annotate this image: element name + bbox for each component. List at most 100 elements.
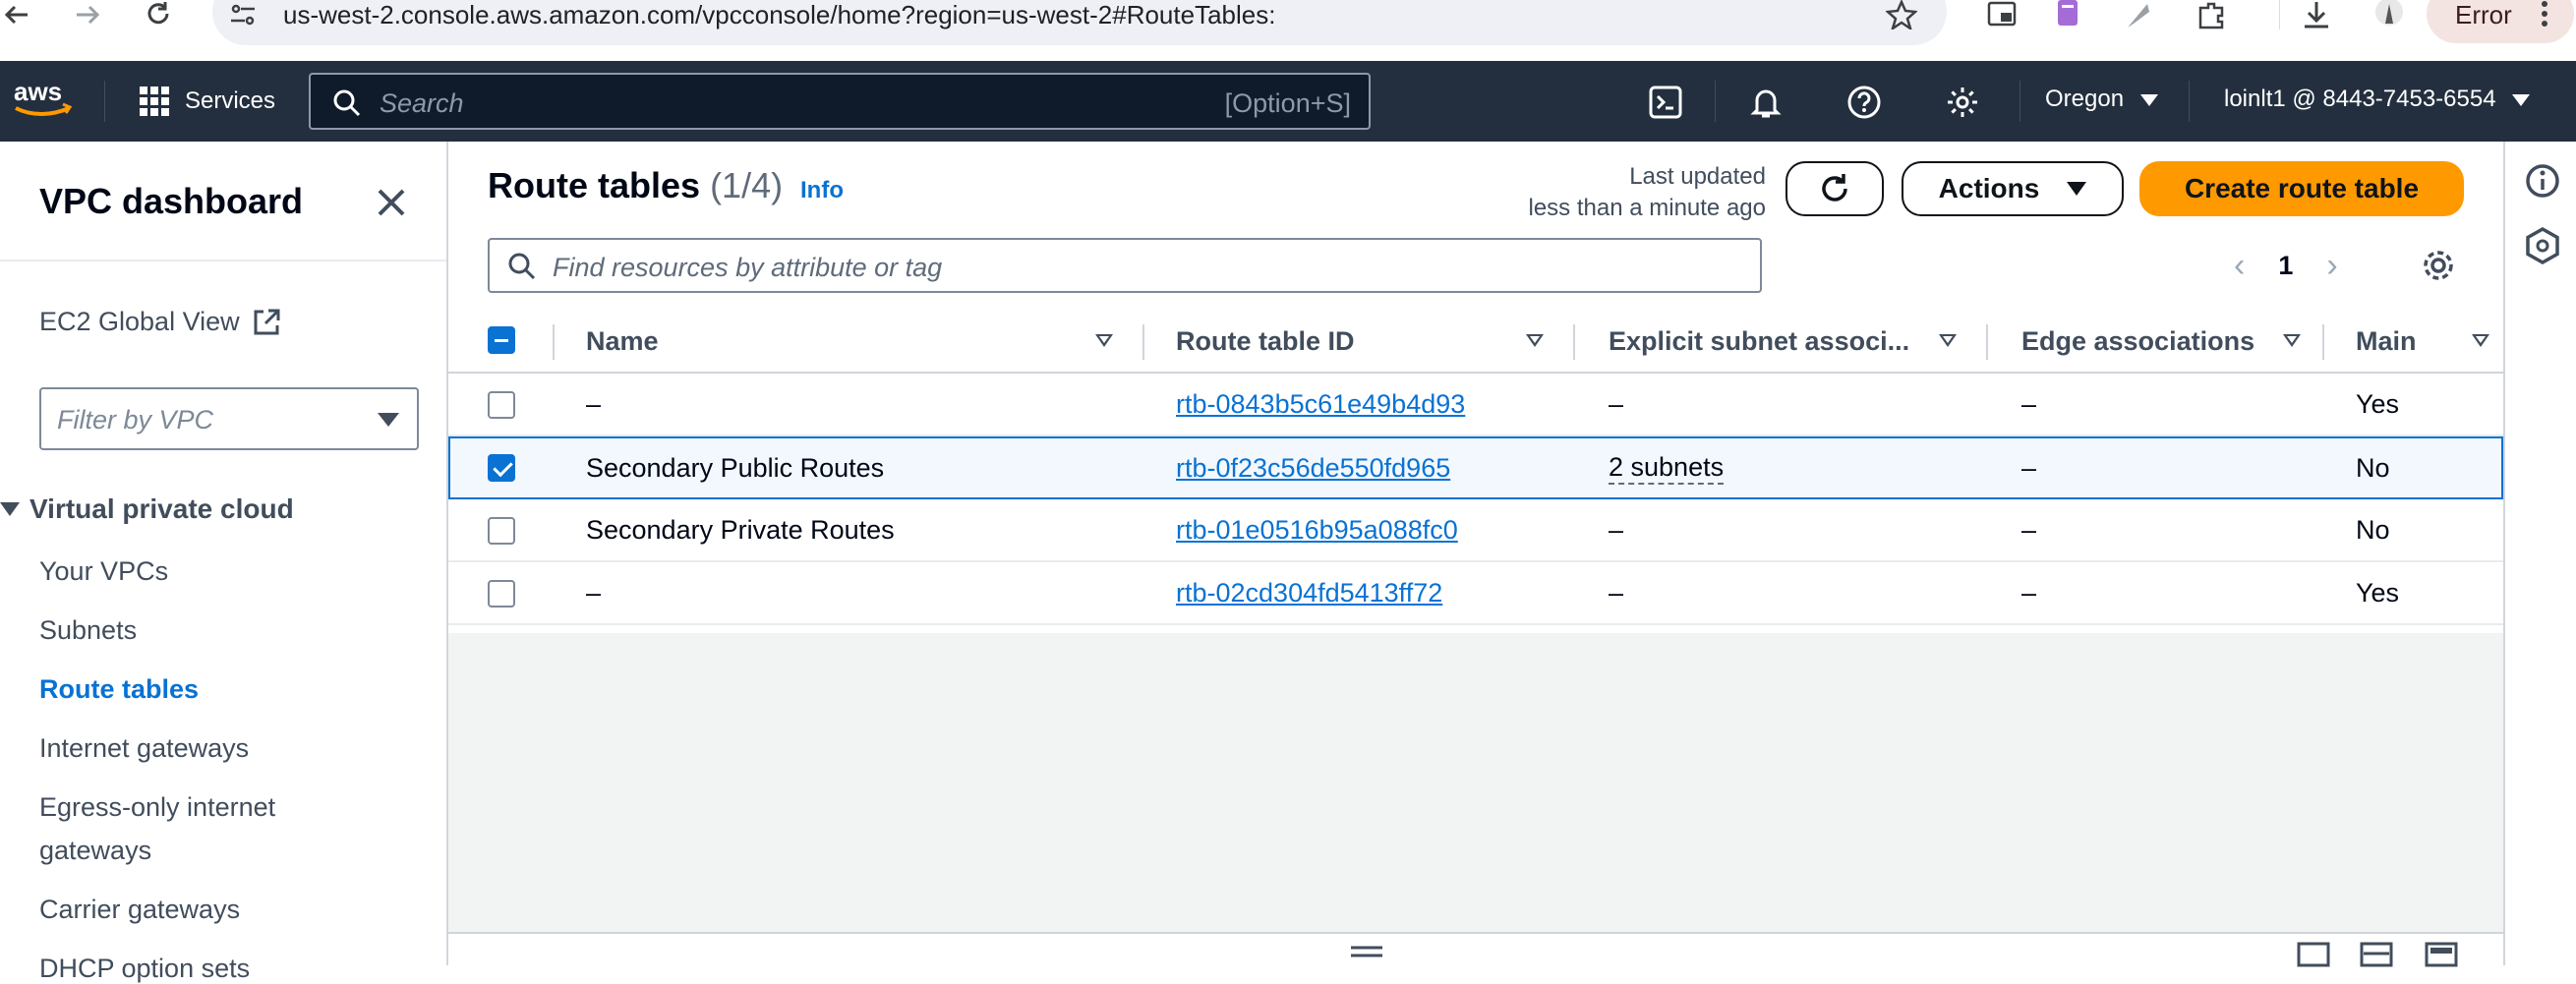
resource-filter-input[interactable]: Find resources by attribute or tag bbox=[488, 238, 1762, 293]
route-table-id-link[interactable]: rtb-0f23c56de550fd965 bbox=[1176, 438, 1450, 497]
column-header-route-table-id[interactable]: Route table ID bbox=[1176, 309, 1355, 374]
sidebar-item-your-vpcs[interactable]: Your VPCs bbox=[39, 556, 168, 587]
split-panel-full-icon[interactable] bbox=[2425, 942, 2458, 967]
split-panel-handle[interactable] bbox=[448, 932, 2503, 967]
sort-icon[interactable] bbox=[1939, 334, 1957, 347]
column-header-edge-associations[interactable]: Edge associations bbox=[2021, 309, 2254, 374]
actions-button[interactable]: Actions bbox=[1902, 161, 2124, 216]
back-arrow-icon[interactable] bbox=[2, 0, 31, 29]
cloudshell-icon[interactable] bbox=[1648, 85, 1683, 120]
extension-feather-icon[interactable] bbox=[2124, 0, 2153, 29]
column-divider[interactable] bbox=[2322, 324, 2324, 360]
settings-gear-icon[interactable] bbox=[1945, 85, 1980, 120]
sort-icon[interactable] bbox=[1526, 334, 1544, 347]
extension-icon[interactable] bbox=[2055, 0, 2080, 29]
services-menu-button[interactable]: Services bbox=[138, 81, 275, 122]
browser-menu-icon[interactable] bbox=[2535, 0, 2554, 29]
global-search-input[interactable]: Search [Option+S] bbox=[309, 73, 1371, 130]
row-subnet-associations[interactable]: 2 subnets bbox=[1609, 438, 1725, 497]
sort-icon[interactable] bbox=[1095, 334, 1113, 347]
url-text[interactable]: us-west-2.console.aws.amazon.com/vpccons… bbox=[283, 0, 1275, 29]
page-number[interactable]: 1 bbox=[2278, 251, 2293, 281]
table-preferences-gear-icon[interactable] bbox=[2419, 246, 2458, 285]
notifications-bell-icon[interactable] bbox=[1748, 85, 1784, 120]
reload-icon[interactable] bbox=[144, 0, 173, 29]
site-settings-icon[interactable] bbox=[228, 0, 258, 29]
sidebar-item-subnets[interactable]: Subnets bbox=[39, 615, 137, 646]
info-link[interactable]: Info bbox=[800, 177, 844, 204]
row-name: – bbox=[586, 388, 602, 419]
sidebar-item-route-tables[interactable]: Route tables bbox=[39, 674, 199, 705]
actions-label: Actions bbox=[1938, 173, 2040, 203]
sidebar-item-carrier-gateways[interactable]: Carrier gateways bbox=[39, 895, 240, 925]
sidebar-item-egress-only-internet-gateways-line2[interactable]: gateways bbox=[39, 836, 151, 866]
caret-down-icon bbox=[2067, 182, 2087, 196]
column-divider[interactable] bbox=[1573, 324, 1575, 360]
column-divider[interactable] bbox=[1142, 324, 1144, 360]
search-placeholder: Search bbox=[380, 88, 464, 118]
row-main: No bbox=[2356, 452, 2390, 483]
sort-icon[interactable] bbox=[2472, 334, 2489, 347]
chevron-left-icon[interactable]: ‹ bbox=[2234, 247, 2245, 285]
hexagon-settings-icon[interactable] bbox=[2523, 226, 2562, 265]
row-main: No bbox=[2356, 514, 2390, 545]
close-icon[interactable] bbox=[372, 183, 411, 222]
region-selector[interactable]: Oregon bbox=[2045, 86, 2158, 113]
column-divider[interactable] bbox=[1986, 324, 1988, 360]
aws-top-navigation: aws Services Search [Option+S] Oregon lo… bbox=[0, 61, 2576, 142]
drag-handle-icon[interactable] bbox=[1347, 942, 1386, 961]
sort-icon[interactable] bbox=[2283, 334, 2301, 347]
profile-error-label[interactable]: Error bbox=[2455, 0, 2512, 29]
side-navigation: VPC dashboard EC2 Global View Filter by … bbox=[0, 142, 448, 983]
column-header-main[interactable]: Main bbox=[2356, 309, 2417, 374]
sidebar-item-egress-only-internet-gateways[interactable]: Egress-only internet bbox=[39, 792, 275, 823]
sidebar-item-dhcp-option-sets[interactable]: DHCP option sets bbox=[39, 954, 250, 984]
column-header-explicit-subnet-associations[interactable]: Explicit subnet associ... bbox=[1609, 309, 1909, 374]
route-table-id-link[interactable]: rtb-01e0516b95a088fc0 bbox=[1176, 499, 1458, 560]
table-row[interactable]: Secondary Private Routes rtb-01e0516b95a… bbox=[448, 499, 2503, 562]
split-panel-bottom-icon[interactable] bbox=[2297, 942, 2330, 967]
help-icon[interactable] bbox=[1846, 85, 1882, 120]
profile-avatar-icon[interactable] bbox=[2373, 0, 2405, 29]
sidebar-divider bbox=[0, 260, 446, 261]
table-row[interactable]: – rtb-0843b5c61e49b4d93 – – Yes bbox=[448, 374, 2503, 436]
forward-arrow-icon[interactable] bbox=[73, 0, 102, 29]
split-panel-side-icon[interactable] bbox=[2360, 942, 2393, 967]
sidebar-item-internet-gateways[interactable]: Internet gateways bbox=[39, 733, 249, 764]
main-content: Route tables (1/4) Info Last updated les… bbox=[448, 142, 2503, 967]
row-name: – bbox=[586, 577, 602, 608]
select-all-checkbox[interactable] bbox=[488, 326, 515, 354]
sidebar-title[interactable]: VPC dashboard bbox=[39, 181, 303, 222]
sidebar-item-ec2-global-view[interactable]: EC2 Global View bbox=[39, 307, 281, 337]
create-route-table-button[interactable]: Create route table bbox=[2139, 161, 2464, 216]
refresh-button[interactable] bbox=[1786, 161, 1884, 216]
table-row-selected[interactable]: Secondary Public Routes rtb-0f23c56de550… bbox=[448, 436, 2503, 499]
sidebar-section-virtual-private-cloud[interactable]: Virtual private cloud bbox=[0, 493, 294, 525]
table-row[interactable]: – rtb-02cd304fd5413ff72 – – Yes bbox=[448, 562, 2503, 625]
bookmark-star-icon[interactable] bbox=[1886, 0, 1917, 29]
chevron-right-icon[interactable]: › bbox=[2326, 247, 2337, 285]
route-table-id-link[interactable]: rtb-0843b5c61e49b4d93 bbox=[1176, 374, 1465, 434]
toolbar-divider bbox=[2279, 0, 2280, 29]
download-icon[interactable] bbox=[2301, 0, 2332, 29]
column-header-name[interactable]: Name bbox=[586, 309, 659, 374]
row-checkbox[interactable] bbox=[488, 454, 515, 482]
vpc-filter-select[interactable]: Filter by VPC bbox=[39, 387, 419, 450]
info-circle-icon[interactable] bbox=[2523, 161, 2562, 201]
filter-placeholder: Find resources by attribute or tag bbox=[553, 253, 943, 282]
aws-logo-icon[interactable]: aws bbox=[12, 77, 75, 122]
picture-in-picture-icon[interactable] bbox=[1986, 0, 2018, 29]
tools-rail bbox=[2503, 142, 2576, 965]
route-table-id-link[interactable]: rtb-02cd304fd5413ff72 bbox=[1176, 562, 1442, 623]
search-icon bbox=[333, 89, 361, 117]
page-title-text: Route tables bbox=[488, 165, 701, 205]
column-divider bbox=[553, 324, 555, 360]
sidebar-item-label: EC2 Global View bbox=[39, 307, 240, 336]
external-link-icon bbox=[254, 309, 280, 334]
extensions-puzzle-icon[interactable] bbox=[2196, 0, 2228, 29]
row-checkbox[interactable] bbox=[488, 580, 515, 608]
account-menu[interactable]: loinlt1 @ 8443-7453-6554 bbox=[2224, 86, 2531, 113]
row-checkbox[interactable] bbox=[488, 517, 515, 545]
row-checkbox[interactable] bbox=[488, 391, 515, 419]
subnets-popover-trigger[interactable]: 2 subnets bbox=[1609, 452, 1725, 485]
